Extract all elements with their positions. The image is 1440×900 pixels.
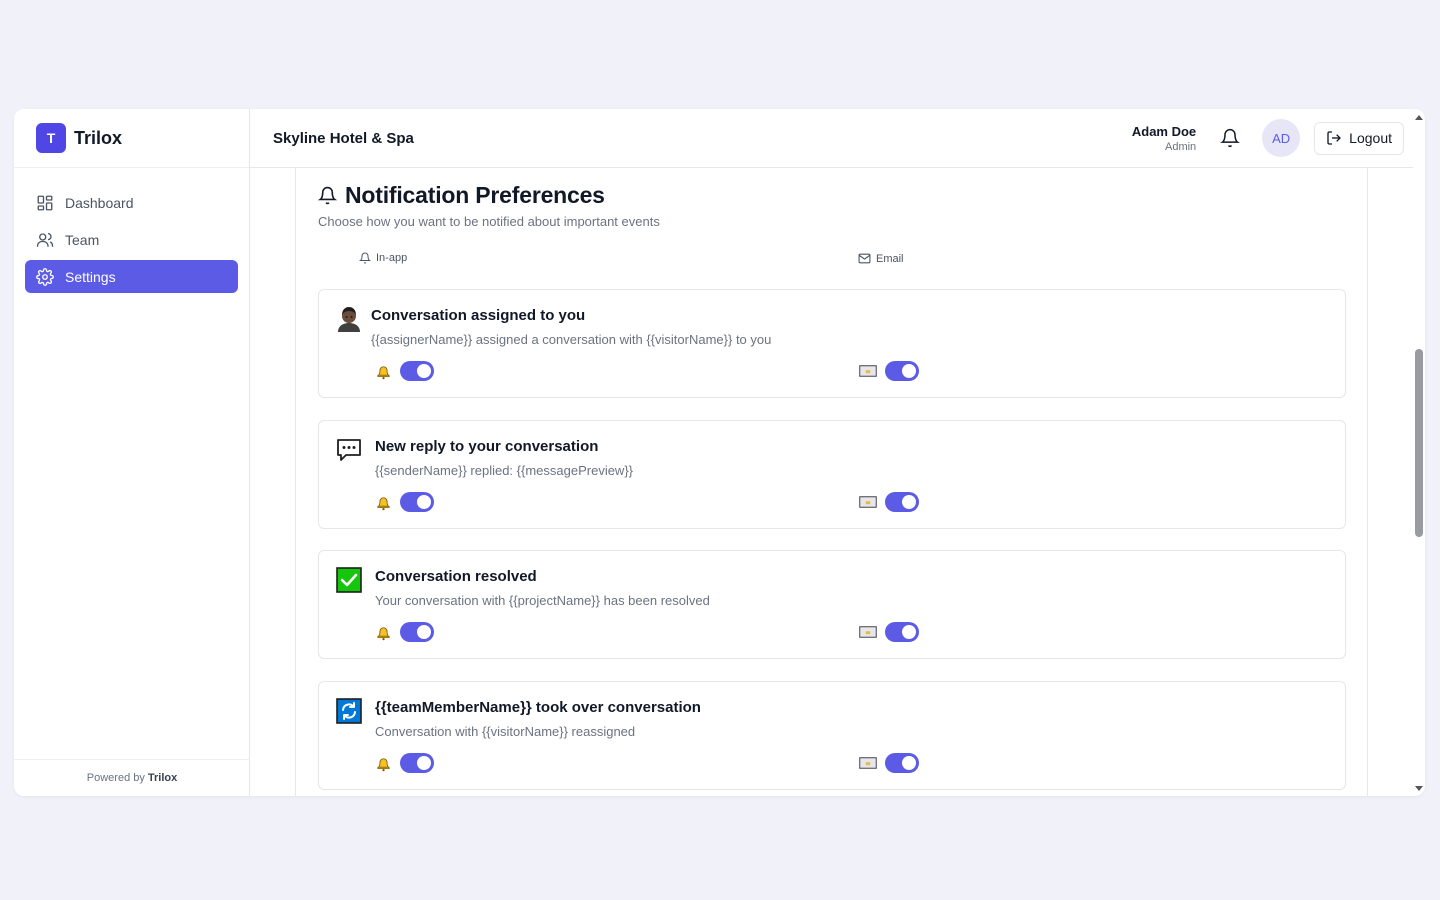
email-toggle[interactable]: [885, 753, 919, 773]
sidebar-item-label: Settings: [65, 268, 116, 285]
top-header: Skyline Hotel & Spa Adam Doe Admin AD Lo…: [250, 109, 1413, 168]
user-role: Admin: [1164, 140, 1197, 153]
email-toggle[interactable]: [885, 622, 919, 642]
notification-title: Conversation resolved: [375, 568, 537, 585]
sidebar-item-label: Team: [65, 231, 100, 248]
notifications-button[interactable]: [1218, 126, 1242, 150]
gear-icon: [36, 267, 54, 286]
scroll-up-arrow[interactable]: [1415, 115, 1423, 120]
sidebar-item-settings[interactable]: Settings: [25, 260, 238, 293]
email-control: [859, 622, 919, 642]
notification-description: {{assignerName}} assigned a conversation…: [371, 332, 772, 347]
notification-card: Conversation assigned to you {{assignerN…: [318, 289, 1346, 398]
notification-description: {{senderName}} replied: {{messagePreview…: [375, 463, 634, 478]
bell-icon: [1220, 128, 1241, 148]
inapp-toggle[interactable]: [400, 622, 434, 642]
inapp-toggle[interactable]: [400, 492, 434, 512]
bell-icon: [359, 252, 371, 264]
scroll-down-arrow[interactable]: [1415, 786, 1423, 791]
email-control: [859, 753, 919, 773]
check-box-icon: [336, 567, 362, 593]
sidebar-item-dashboard[interactable]: Dashboard: [25, 186, 238, 219]
notification-preferences-panel: Notification Preferences Choose how you …: [295, 168, 1368, 796]
inapp-control: [375, 753, 434, 773]
sidebar-item-label: Dashboard: [65, 194, 134, 211]
hotel-name: Skyline Hotel & Spa: [273, 129, 414, 147]
email-toggle[interactable]: [885, 361, 919, 381]
bell-icon: [318, 186, 337, 205]
notification-title: New reply to your conversation: [375, 438, 599, 455]
bell-emoji-icon: [377, 366, 390, 380]
envelope-emoji-icon: [859, 757, 877, 769]
section-header: Notification Preferences: [318, 182, 605, 209]
footer-brand: Trilox: [147, 772, 178, 784]
refresh-arrows-icon: [336, 698, 362, 724]
sidebar-footer: Powered by Trilox: [14, 759, 250, 796]
logout-icon: [1327, 131, 1342, 145]
logout-label: Logout: [1349, 130, 1392, 146]
dashboard-grid-icon: [37, 195, 53, 210]
header-actions: Adam Doe Admin AD Logout: [1132, 119, 1404, 157]
column-label: In-app: [376, 252, 408, 264]
page-subtitle: Choose how you want to be notified about…: [318, 214, 660, 229]
notification-card: Conversation resolved Your conversation …: [318, 550, 1346, 659]
app-window: T Trilox Dashboard Team Settings Powered…: [14, 109, 1425, 796]
envelope-emoji-icon: [859, 496, 877, 508]
sidebar-item-team[interactable]: Team: [25, 223, 238, 256]
inapp-toggle[interactable]: [400, 753, 434, 773]
notification-title: Conversation assigned to you: [371, 307, 586, 324]
email-toggle[interactable]: [885, 492, 919, 512]
email-control: [859, 361, 919, 381]
brand-name: Trilox: [74, 127, 123, 148]
avatar[interactable]: AD: [1262, 119, 1301, 157]
logout-button[interactable]: Logout: [1314, 121, 1404, 155]
column-header-inapp: In-app: [359, 252, 407, 264]
mail-icon: [858, 253, 871, 264]
notification-card: {{teamMemberName}} took over conversatio…: [318, 681, 1346, 790]
inapp-toggle[interactable]: [400, 361, 434, 381]
user-info: Adam Doe Admin: [1132, 124, 1196, 153]
bell-emoji-icon: [377, 627, 390, 641]
email-control: [859, 492, 919, 512]
brand-logo: T: [36, 123, 66, 153]
person-emoji-icon: [338, 307, 360, 332]
notification-description: Conversation with {{visitorName}} reassi…: [375, 724, 636, 739]
inapp-control: [375, 361, 434, 381]
inapp-control: [375, 492, 434, 512]
scrollbar-thumb[interactable]: [1415, 349, 1423, 537]
envelope-emoji-icon: [859, 626, 877, 638]
sidebar-nav: Dashboard Team Settings: [14, 168, 249, 293]
notification-description: Your conversation with {{projectName}} h…: [375, 593, 710, 608]
page-title: Notification Preferences: [345, 182, 605, 208]
notification-card: New reply to your conversation {{senderN…: [318, 420, 1346, 529]
brand[interactable]: T Trilox: [14, 109, 249, 168]
column-label: Email: [876, 252, 904, 265]
bell-emoji-icon: [377, 497, 390, 511]
bell-emoji-icon: [377, 758, 390, 772]
speech-bubble-icon: [337, 439, 361, 461]
inapp-control: [375, 622, 434, 642]
footer-prefix: Powered by: [86, 772, 145, 784]
envelope-emoji-icon: [859, 365, 877, 377]
user-name: Adam Doe: [1131, 123, 1197, 139]
users-icon: [36, 232, 54, 247]
column-header-email: Email: [858, 252, 904, 265]
notification-title: {{teamMemberName}} took over conversatio…: [375, 699, 701, 716]
sidebar: T Trilox Dashboard Team Settings Powered…: [14, 109, 250, 796]
